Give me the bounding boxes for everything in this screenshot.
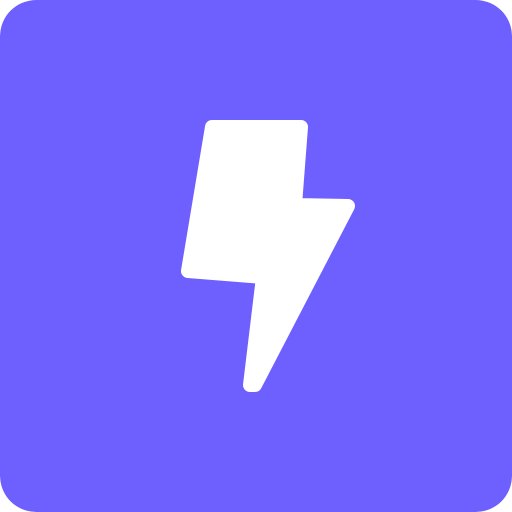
app-icon-graphic: [0, 0, 512, 512]
app-icon[interactable]: [0, 0, 512, 512]
